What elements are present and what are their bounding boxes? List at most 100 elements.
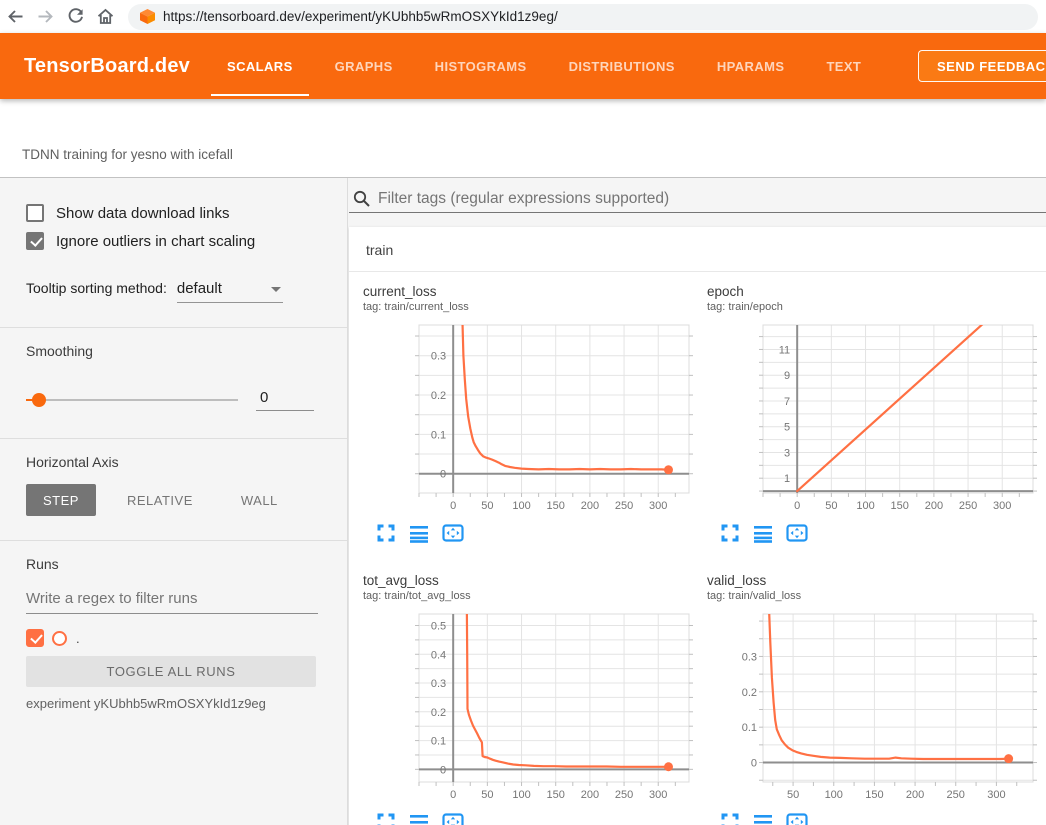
svg-text:9: 9 (784, 370, 790, 382)
run-color-swatch (52, 631, 67, 646)
svg-text:250: 250 (959, 500, 977, 512)
chart-title: epoch (705, 284, 1046, 299)
address-bar[interactable]: https://tensorboard.dev/experiment/yKUbh… (128, 4, 1038, 30)
svg-text:0.3: 0.3 (742, 651, 757, 663)
app-header: TensorBoard.dev SCALARSGRAPHSHISTOGRAMSD… (0, 33, 1046, 99)
run-row[interactable]: . (26, 629, 325, 647)
svg-text:50: 50 (825, 500, 837, 512)
smoothing-value[interactable]: 0 (256, 389, 314, 411)
back-icon[interactable] (0, 4, 30, 30)
search-icon (353, 190, 370, 207)
svg-text:0.1: 0.1 (431, 736, 446, 748)
log-scale-icon[interactable] (409, 523, 429, 543)
svg-text:0.2: 0.2 (742, 687, 757, 699)
fit-domain-icon[interactable] (442, 812, 464, 825)
subheader: TDNN training for yesno with icefall (0, 99, 1046, 178)
tooltip-sorting-row: Tooltip sorting method: default (26, 280, 325, 303)
main-panel: train current_loss tag: train/current_lo… (348, 178, 1046, 825)
fit-domain-icon[interactable] (786, 523, 808, 543)
chart-card-valid-loss: valid_loss tag: train/valid_loss 00.10.2… (705, 573, 1046, 825)
log-scale-icon[interactable] (753, 812, 773, 825)
tab-histograms[interactable]: HISTOGRAMS (419, 33, 543, 99)
show-download-links-checkbox[interactable] (26, 204, 44, 222)
ignore-outliers-row[interactable]: Ignore outliers in chart scaling (26, 232, 325, 250)
chart-title: tot_avg_loss (361, 573, 705, 588)
tab-hparams[interactable]: HPARAMS (701, 33, 801, 99)
divider (0, 327, 347, 328)
fullscreen-icon[interactable] (720, 812, 740, 825)
svg-text:0.3: 0.3 (431, 678, 446, 690)
fullscreen-icon[interactable] (720, 523, 740, 543)
checkbox-label: Show data download links (56, 205, 229, 222)
run-name: . (76, 631, 80, 646)
toggle-all-runs-button[interactable]: TOGGLE ALL RUNS (26, 656, 316, 687)
brand-logo[interactable]: TensorBoard.dev (24, 33, 190, 99)
svg-text:5: 5 (784, 422, 790, 434)
checkbox-label: Ignore outliers in chart scaling (56, 233, 255, 250)
svg-text:300: 300 (649, 789, 667, 801)
fullscreen-icon[interactable] (376, 812, 396, 825)
svg-text:3: 3 (784, 447, 790, 459)
axis-button-step[interactable]: STEP (26, 484, 96, 516)
tab-scalars[interactable]: SCALARS (211, 33, 309, 99)
axis-button-wall[interactable]: WALL (224, 484, 295, 516)
svg-text:300: 300 (649, 500, 667, 512)
ignore-outliers-checkbox[interactable] (26, 232, 44, 250)
show-download-links-row[interactable]: Show data download links (26, 204, 325, 222)
svg-text:200: 200 (581, 789, 599, 801)
svg-text:0: 0 (440, 469, 446, 481)
chart-tag: tag: train/epoch (705, 301, 1046, 313)
line-chart-svg[interactable]: 00.10.20.350100150200250300 (705, 608, 1039, 804)
chart-actions (361, 523, 705, 543)
svg-text:11: 11 (779, 344, 790, 356)
line-chart-svg[interactable]: 00.10.20.3050100150200250300 (361, 319, 695, 515)
svg-text:50: 50 (481, 500, 493, 512)
reload-icon[interactable] (60, 4, 90, 30)
tab-text[interactable]: TEXT (810, 33, 877, 99)
svg-text:0.3: 0.3 (431, 351, 446, 363)
axis-button-relative[interactable]: RELATIVE (110, 484, 210, 516)
chart-card-tot-avg-loss: tot_avg_loss tag: train/tot_avg_loss 00.… (361, 573, 705, 825)
line-chart-svg[interactable]: 00.10.20.30.40.5050100150200250300 (361, 608, 695, 804)
chart-actions (361, 812, 705, 825)
send-feedback-button[interactable]: SEND FEEDBACK (918, 50, 1046, 82)
runs-regex-input[interactable] (26, 588, 318, 614)
svg-text:200: 200 (906, 789, 924, 801)
tab-distributions[interactable]: DISTRIBUTIONS (553, 33, 691, 99)
svg-text:1: 1 (784, 473, 790, 485)
svg-text:0: 0 (450, 500, 456, 512)
filter-tags-input[interactable] (378, 190, 1046, 208)
fullscreen-icon[interactable] (376, 523, 396, 543)
svg-text:7: 7 (784, 396, 790, 408)
svg-text:0.1: 0.1 (431, 429, 446, 441)
horizontal-axis-label: Horizontal Axis (26, 454, 325, 470)
smoothing-slider-thumb[interactable] (32, 393, 46, 407)
run-checkbox[interactable] (26, 629, 44, 647)
chart-tag: tag: train/tot_avg_loss (361, 590, 705, 602)
svg-text:0.5: 0.5 (431, 621, 446, 633)
url-text[interactable]: https://tensorboard.dev/experiment/yKUbh… (163, 9, 558, 24)
line-chart-svg[interactable]: 1357911050100150200250300 (705, 319, 1039, 515)
svg-text:300: 300 (993, 500, 1011, 512)
svg-text:100: 100 (512, 500, 530, 512)
smoothing-slider[interactable] (26, 399, 238, 401)
section-header-train[interactable]: train (349, 227, 1046, 272)
smoothing-label: Smoothing (26, 343, 325, 359)
svg-text:300: 300 (987, 789, 1005, 801)
page: https://tensorboard.dev/experiment/yKUbh… (0, 0, 1046, 825)
svg-text:100: 100 (825, 789, 843, 801)
tooltip-sorting-dropdown[interactable]: default (177, 280, 283, 303)
home-icon[interactable] (90, 4, 120, 30)
fit-domain-icon[interactable] (442, 523, 464, 543)
tensorboard-favicon-icon (140, 9, 155, 24)
tab-graphs[interactable]: GRAPHS (319, 33, 409, 99)
log-scale-icon[interactable] (753, 523, 773, 543)
forward-icon[interactable] (30, 4, 60, 30)
sidebar: Show data download links Ignore outliers… (0, 178, 348, 825)
chart-title: current_loss (361, 284, 705, 299)
log-scale-icon[interactable] (409, 812, 429, 825)
fit-domain-icon[interactable] (786, 812, 808, 825)
chevron-down-icon (271, 287, 281, 292)
svg-text:100: 100 (512, 789, 530, 801)
svg-text:250: 250 (615, 789, 633, 801)
